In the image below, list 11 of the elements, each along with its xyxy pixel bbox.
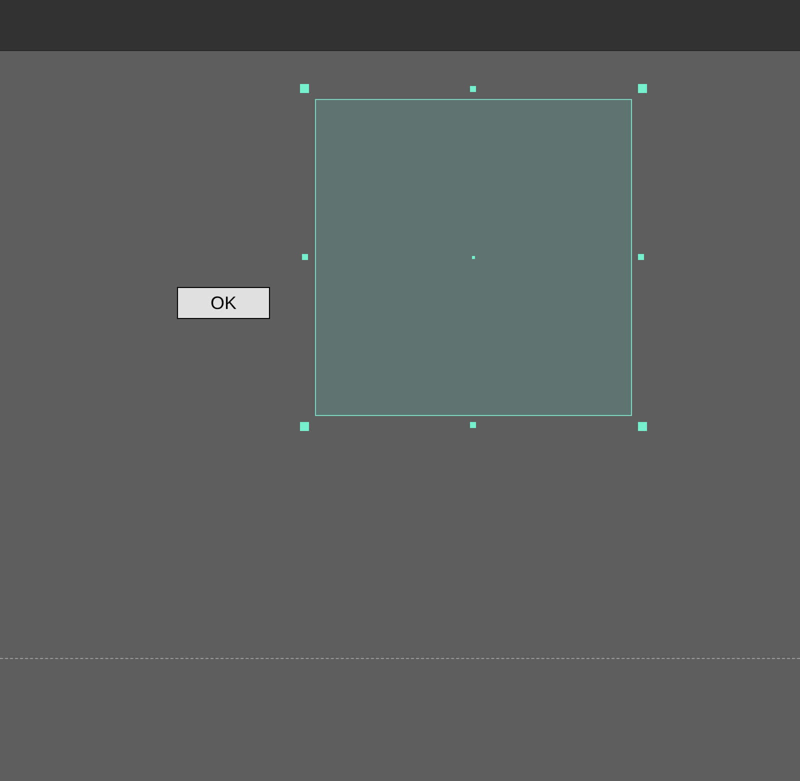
ok-button[interactable]: OK xyxy=(177,287,270,319)
resize-handle[interactable] xyxy=(302,254,308,260)
selected-rectangle[interactable] xyxy=(315,99,632,416)
center-point xyxy=(472,256,475,259)
resize-handle[interactable] xyxy=(470,422,476,428)
resize-handle[interactable] xyxy=(300,84,309,93)
resize-handle[interactable] xyxy=(470,86,476,92)
resize-handle[interactable] xyxy=(300,422,309,431)
resize-handle[interactable] xyxy=(638,254,644,260)
resize-handle[interactable] xyxy=(638,84,647,93)
resize-handle[interactable] xyxy=(638,422,647,431)
